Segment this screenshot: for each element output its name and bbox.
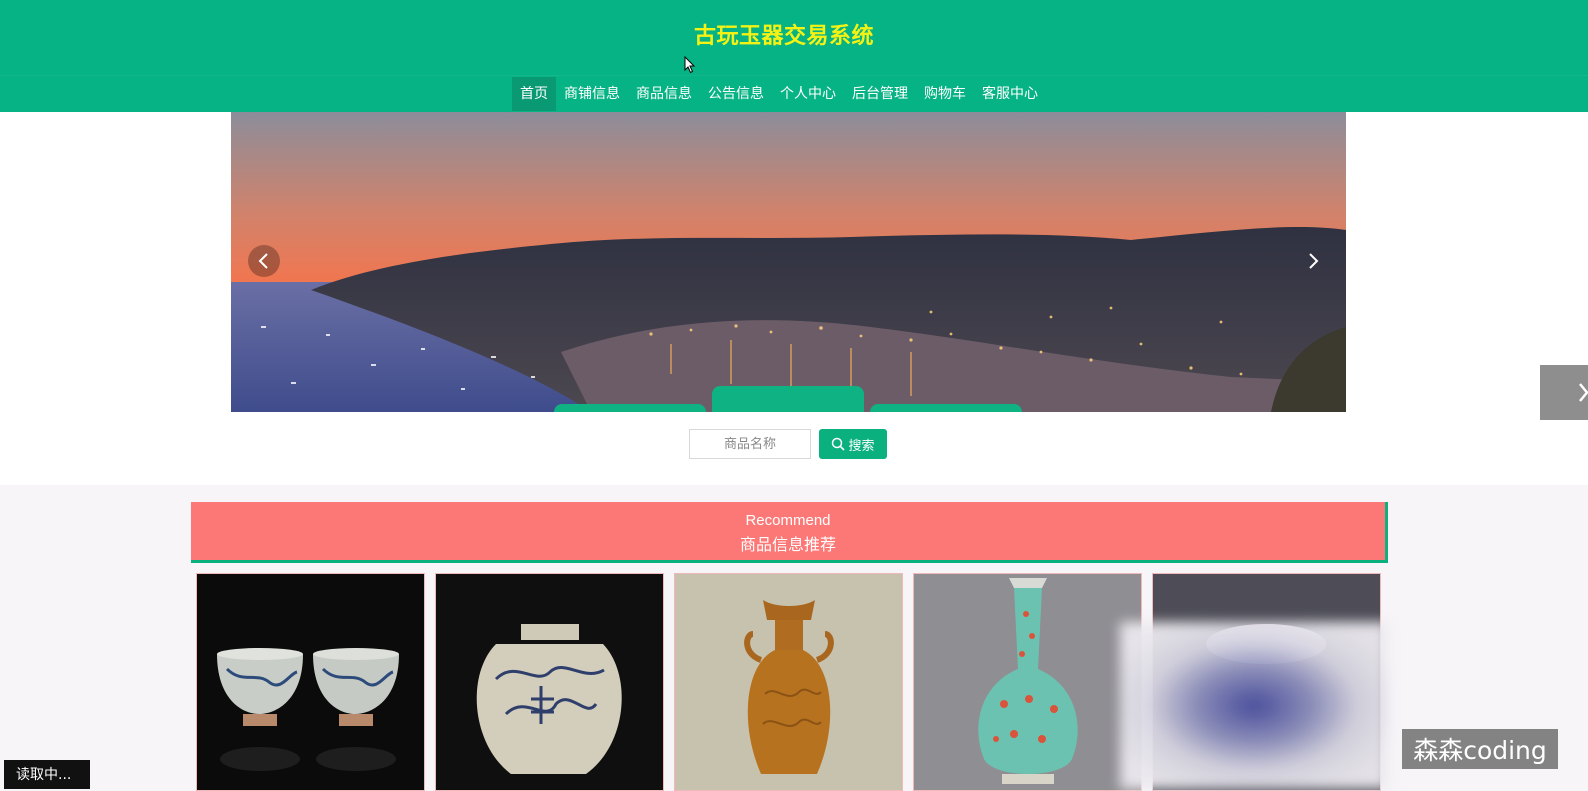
banner-image (231, 112, 1346, 412)
search-button-label: 搜索 (848, 438, 875, 454)
nav-item-shops[interactable]: 商铺信息 (556, 77, 628, 111)
product-image (197, 574, 424, 790)
product-card[interactable] (913, 573, 1142, 791)
carousel-indicator-3[interactable] (870, 404, 1022, 412)
recommend-title-en: Recommend (745, 512, 831, 529)
chevron-left-icon (258, 253, 268, 269)
product-image (914, 574, 1141, 790)
nav-item-home[interactable]: 首页 (512, 77, 556, 111)
product-card[interactable] (674, 573, 903, 791)
chevron-right-icon (1579, 383, 1588, 402)
chevron-right-icon (1309, 253, 1319, 269)
nav-item-products[interactable]: 商品信息 (628, 77, 700, 111)
search-input[interactable] (689, 429, 811, 459)
nav-item-support[interactable]: 客服中心 (974, 77, 1046, 111)
header-divider (0, 75, 1588, 76)
top-header: 古玩玉器交易系统 首页 商铺信息 商品信息 公告信息 个人中心 后台管理 购物车… (0, 0, 1588, 112)
carousel-next-button[interactable] (1297, 245, 1329, 277)
carousel-banner[interactable] (231, 112, 1346, 412)
side-expand-tab[interactable] (1540, 365, 1588, 420)
carousel-prev-button[interactable] (248, 245, 280, 277)
carousel-indicator-1[interactable] (554, 404, 706, 412)
product-card[interactable] (196, 573, 425, 791)
product-card[interactable] (435, 573, 664, 791)
watermark-text: 森森coding (1402, 729, 1558, 769)
nav-item-cart[interactable]: 购物车 (916, 77, 974, 111)
search-icon (832, 437, 846, 451)
search-button[interactable]: 搜索 (819, 429, 887, 459)
nav-item-admin[interactable]: 后台管理 (844, 77, 916, 111)
nav-item-profile[interactable]: 个人中心 (772, 77, 844, 111)
recommend-header: Recommend 商品信息推荐 (191, 502, 1388, 563)
product-image (436, 574, 663, 790)
carousel-indicator-2-active[interactable] (712, 386, 864, 412)
main-nav: 首页 商铺信息 商品信息 公告信息 个人中心 后台管理 购物车 客服中心 (512, 77, 1046, 111)
blurred-overlay (1120, 622, 1388, 789)
site-title: 古玩玉器交易系统 (693, 24, 874, 49)
product-image (675, 574, 902, 790)
nav-item-announcements[interactable]: 公告信息 (700, 77, 772, 111)
loading-indicator: 读取中... (4, 760, 90, 789)
recommend-title-cn: 商品信息推荐 (739, 535, 836, 554)
mouse-cursor-icon (684, 56, 696, 74)
